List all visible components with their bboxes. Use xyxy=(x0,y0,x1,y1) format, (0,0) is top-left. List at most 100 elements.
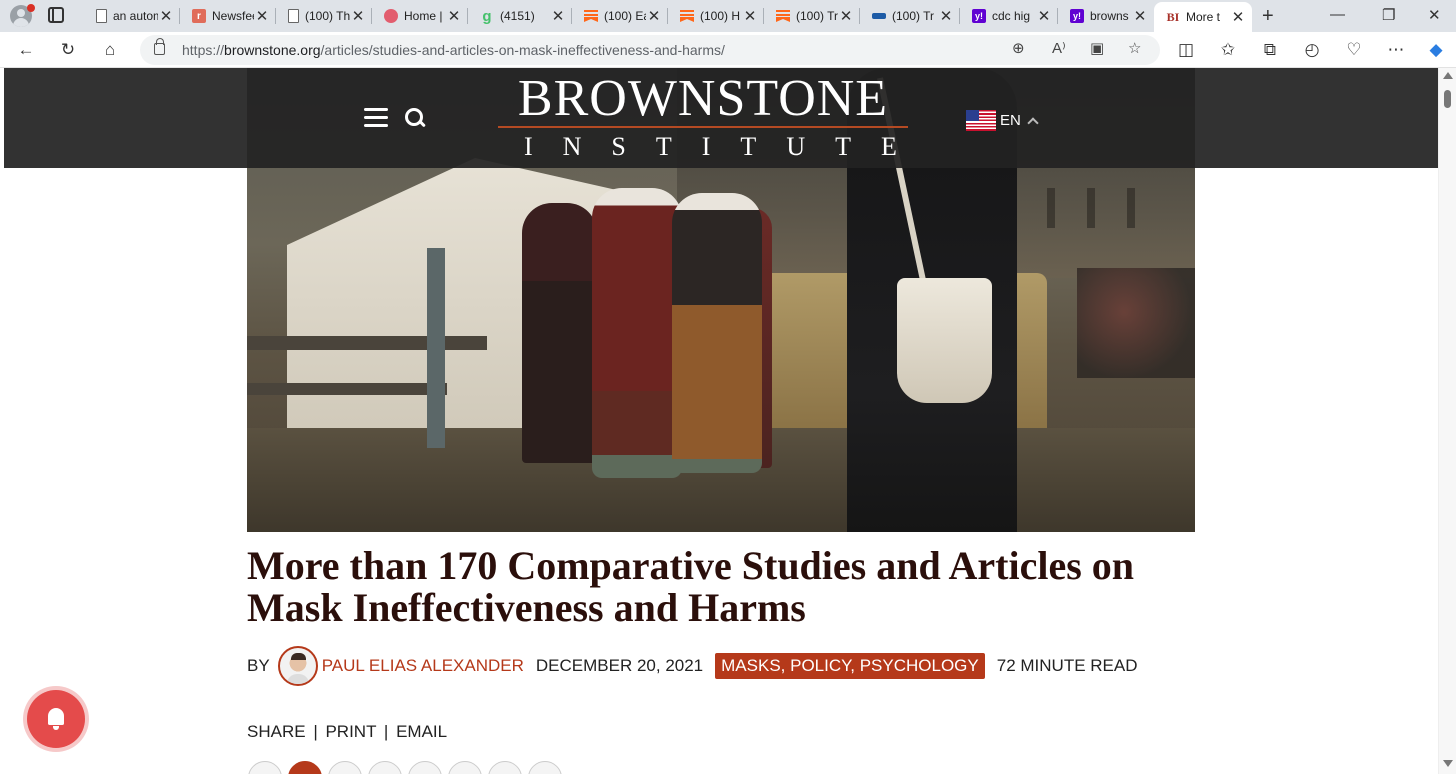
linkedin-share-icon[interactable] xyxy=(328,761,362,774)
app-install-icon[interactable]: ▣ xyxy=(1090,39,1104,57)
facebook-share-icon[interactable] xyxy=(368,761,402,774)
tab-title: browns xyxy=(1090,9,1129,23)
author-avatar[interactable] xyxy=(277,646,318,686)
twitter-share-icon[interactable] xyxy=(248,761,282,774)
tab-actions-icon[interactable] xyxy=(48,7,64,23)
browser-toolbar: ← ↻ ⌂ https://brownstone.org/articles/st… xyxy=(0,32,1456,68)
telegram-share-icon[interactable] xyxy=(408,761,442,774)
close-icon[interactable]: ✕ xyxy=(742,7,758,25)
brownstone-icon: BI xyxy=(1166,9,1180,24)
site-logo[interactable]: BROWNSTONE INSTITUTE xyxy=(494,70,927,164)
email-share-icon[interactable] xyxy=(488,761,522,774)
close-icon[interactable]: ✕ xyxy=(838,7,854,25)
window-close-icon[interactable]: ✕ xyxy=(1428,6,1441,24)
favorites-icon[interactable]: ✩ xyxy=(1216,38,1240,62)
byline: BY PAUL ELIAS ALEXANDER DECEMBER 20, 202… xyxy=(247,646,1138,686)
browser-essentials-icon[interactable]: ♡ xyxy=(1342,38,1366,62)
email-link[interactable]: EMAIL xyxy=(396,722,447,741)
tab-10[interactable]: y! cdc hig ✕ xyxy=(960,4,1058,28)
yahoo-icon: y! xyxy=(1070,9,1084,23)
reload-icon[interactable]: ↻ xyxy=(56,38,80,62)
tab-title: an autom xyxy=(113,9,158,23)
tab-title: (100) Th xyxy=(305,9,350,23)
scroll-thumb[interactable] xyxy=(1444,90,1451,108)
logo-main-text: BROWNSTONE xyxy=(517,70,889,127)
article-title: More than 170 Comparative Studies and Ar… xyxy=(247,543,1135,630)
logo-sub-text: INSTITUTE xyxy=(524,132,927,161)
cdc-icon xyxy=(872,13,886,19)
close-icon[interactable]: ✕ xyxy=(446,7,462,25)
language-selector[interactable]: EN xyxy=(966,110,1039,131)
tab-7[interactable]: (100) H ✕ xyxy=(668,4,764,28)
copy-link-icon[interactable] xyxy=(528,761,562,774)
zoom-icon[interactable]: ⊕ xyxy=(1012,39,1025,57)
profile-notification-dot xyxy=(27,4,35,12)
copilot-icon[interactable]: ◆ xyxy=(1424,38,1448,62)
doc-icon xyxy=(96,9,107,23)
share-links: SHARE | PRINT | EMAIL xyxy=(247,722,447,742)
tab-8[interactable]: (100) Tr ✕ xyxy=(764,4,860,28)
close-icon[interactable]: ✕ xyxy=(1132,7,1148,25)
lock-icon[interactable] xyxy=(154,38,165,55)
tab-9[interactable]: (100) Tr ✕ xyxy=(860,4,960,28)
reddit-share-icon[interactable] xyxy=(288,761,322,774)
tab-3[interactable]: (100) Th ✕ xyxy=(276,4,372,28)
split-screen-icon[interactable]: ◫ xyxy=(1174,38,1198,62)
restore-icon[interactable]: ❐ xyxy=(1382,6,1395,24)
close-icon[interactable]: ✕ xyxy=(1036,7,1052,25)
share-link[interactable]: SHARE xyxy=(247,722,306,741)
category-tags[interactable]: MASKS, POLICY, PSYCHOLOGY xyxy=(715,653,985,679)
close-icon[interactable]: ✕ xyxy=(550,7,566,25)
logo-divider xyxy=(498,126,908,128)
print-share-icon[interactable] xyxy=(448,761,482,774)
tab-title: More t xyxy=(1186,10,1221,24)
close-icon[interactable]: ✕ xyxy=(158,7,174,25)
substack-icon xyxy=(680,9,694,23)
history-icon[interactable]: ◴ xyxy=(1300,38,1324,62)
home-icon[interactable]: ⌂ xyxy=(98,38,122,62)
tab-4[interactable]: Home | ✕ xyxy=(372,4,468,28)
close-icon[interactable]: ✕ xyxy=(254,7,270,25)
close-icon[interactable]: ✕ xyxy=(646,7,662,25)
tab-11[interactable]: y! browns ✕ xyxy=(1058,4,1154,28)
hamburger-menu-icon[interactable] xyxy=(364,108,388,128)
substack-icon xyxy=(776,9,790,23)
notification-bell-button[interactable] xyxy=(27,690,85,748)
address-bar[interactable]: https://brownstone.org/articles/studies-… xyxy=(140,35,1160,65)
new-tab-button[interactable]: + xyxy=(1262,5,1274,28)
search-icon[interactable] xyxy=(404,107,428,131)
minimize-icon[interactable]: — xyxy=(1330,6,1345,23)
page-scrollbar[interactable] xyxy=(1438,68,1456,774)
g-logo-icon: g xyxy=(482,7,492,25)
tab-title: Newsfeed xyxy=(212,9,254,23)
close-icon[interactable]: ✕ xyxy=(938,7,954,25)
separator: | xyxy=(383,722,389,741)
close-icon[interactable]: ✕ xyxy=(350,7,366,25)
site-header: BROWNSTONE INSTITUTE EN xyxy=(4,68,1438,168)
tab-1[interactable]: an autom ✕ xyxy=(84,4,180,28)
substack-icon xyxy=(584,9,598,23)
tab-title: cdc hig xyxy=(992,9,1031,23)
favorite-star-icon[interactable]: ☆ xyxy=(1128,39,1141,57)
scroll-up-icon[interactable] xyxy=(1443,72,1453,79)
author-link[interactable]: PAUL ELIAS ALEXANDER xyxy=(322,656,524,676)
back-arrow-icon[interactable]: ← xyxy=(14,38,38,62)
more-menu-icon[interactable]: ⋯ xyxy=(1384,38,1408,62)
tab-5[interactable]: g (4151) ✕ xyxy=(468,4,572,28)
print-link[interactable]: PRINT xyxy=(325,722,376,741)
tab-title: Home | xyxy=(404,9,443,23)
publish-date: DECEMBER 20, 2021 xyxy=(535,656,704,675)
collections-icon[interactable]: ⧉ xyxy=(1258,38,1282,62)
tab-6[interactable]: (100) Ea ✕ xyxy=(572,4,668,28)
read-aloud-icon[interactable]: A⁾ xyxy=(1052,39,1066,57)
t-logo-icon: r xyxy=(192,9,206,23)
close-icon[interactable]: ✕ xyxy=(1230,8,1246,26)
read-time: 72 MINUTE READ xyxy=(996,656,1138,675)
tab-2[interactable]: r Newsfeed ✕ xyxy=(180,4,276,28)
language-label: EN xyxy=(1000,112,1021,129)
scroll-down-icon[interactable] xyxy=(1443,760,1453,767)
tab-12-active[interactable]: BI More t ✕ xyxy=(1154,2,1252,32)
url-text[interactable]: https://brownstone.org/articles/studies-… xyxy=(182,42,725,58)
bell-icon xyxy=(45,708,67,730)
by-label: BY xyxy=(247,656,270,675)
